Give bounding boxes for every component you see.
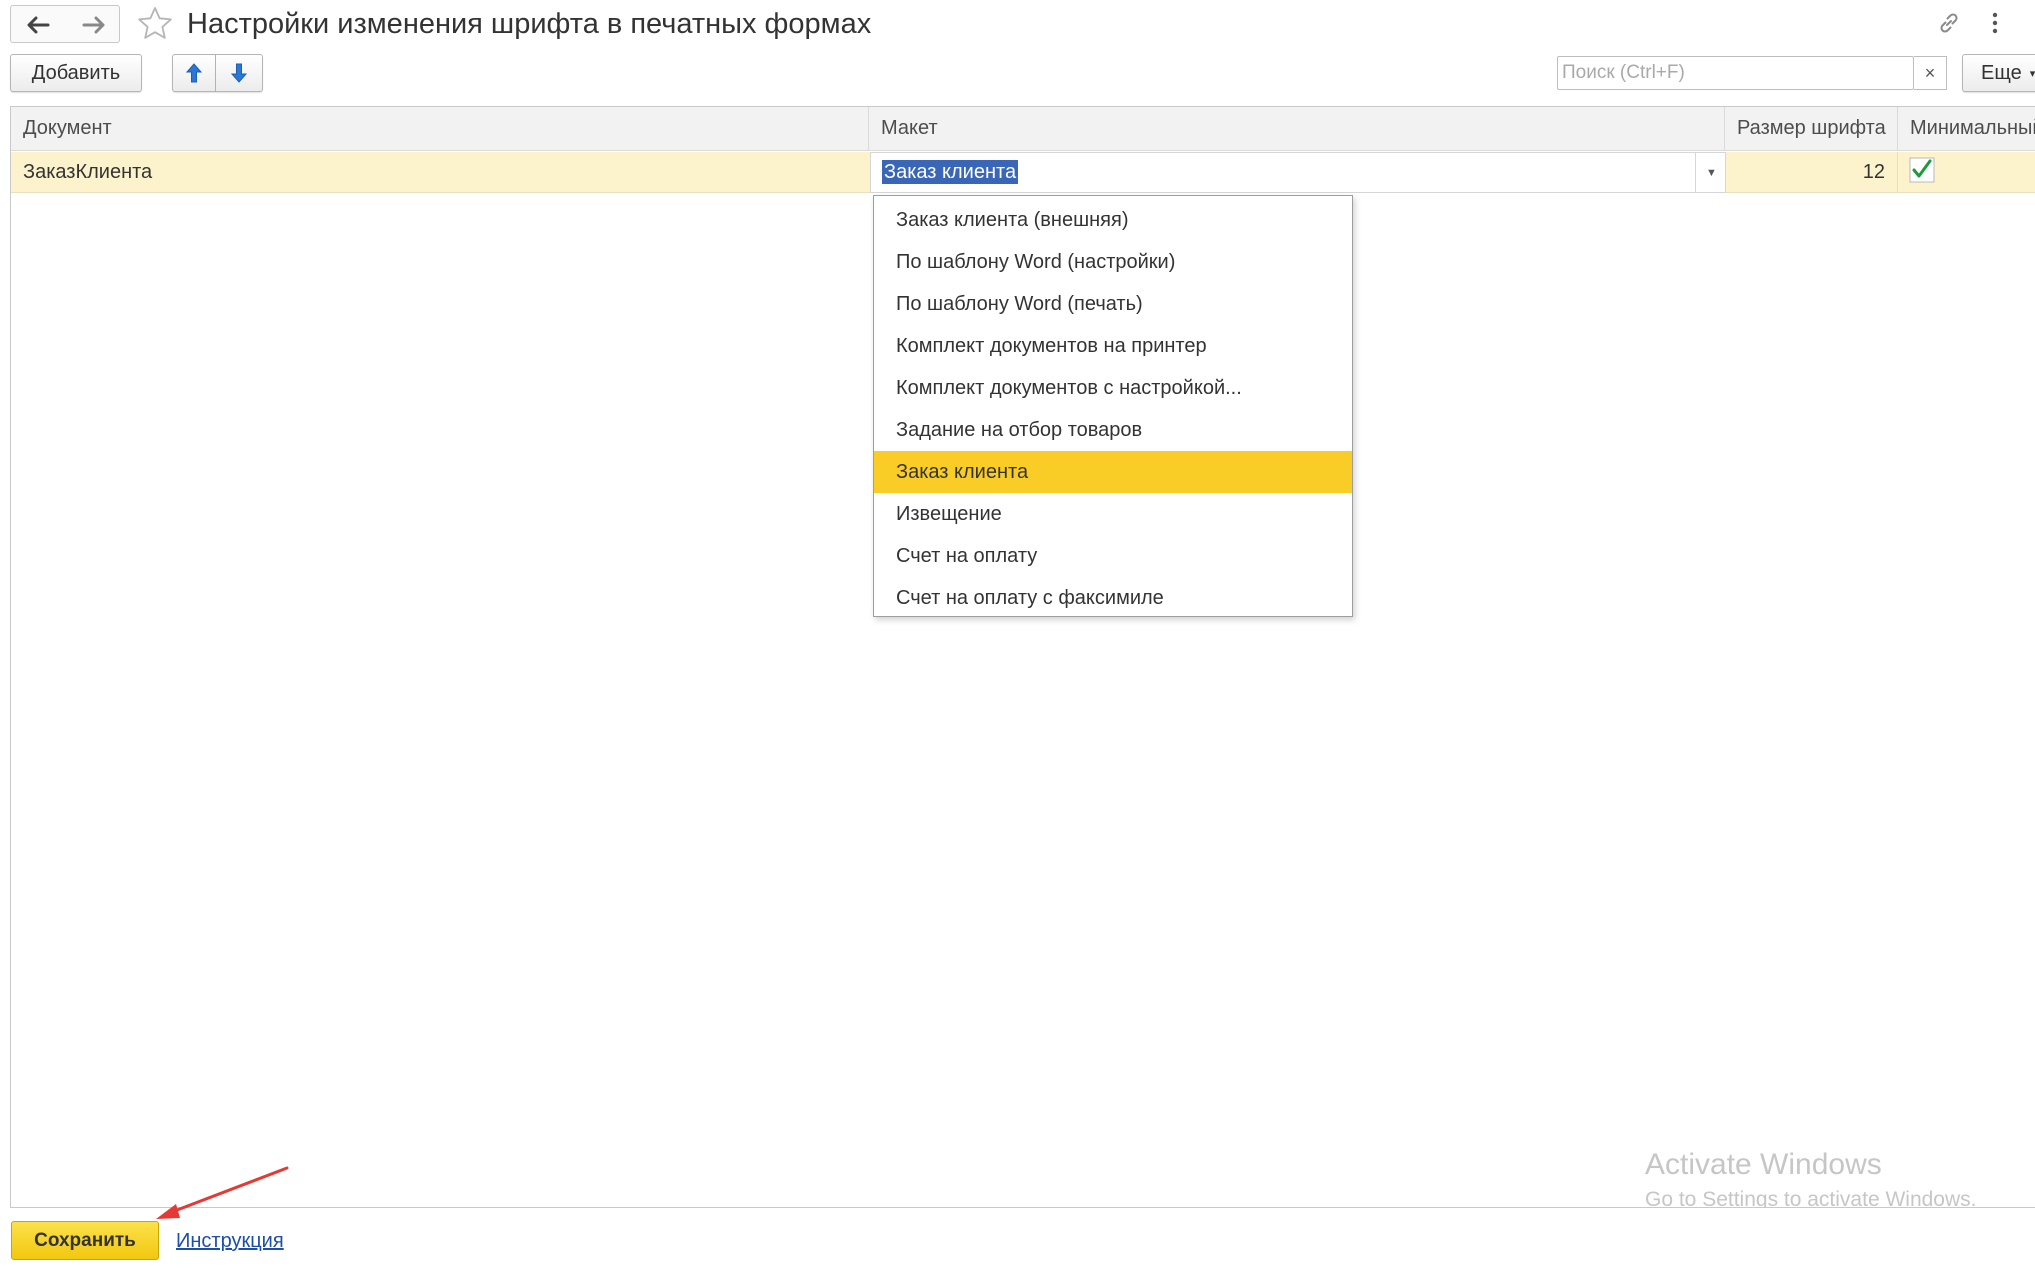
layout-dropdown-list: Заказ клиента (внешняя) По шаблону Word … <box>873 195 1353 617</box>
search-clear-button[interactable]: × <box>1914 56 1947 90</box>
layout-dropdown-button[interactable]: ▼ <box>1695 153 1727 192</box>
save-button[interactable]: Сохранить <box>11 1221 159 1260</box>
navigation-group <box>10 5 120 43</box>
column-header-minimal[interactable]: Минимальный <box>1898 107 2035 151</box>
more-button-label: Еще <box>1981 61 2022 84</box>
more-button[interactable]: Еще ▾ <box>1962 54 2035 92</box>
windows-activation-watermark-text: Go to Settings to activate Windows. <box>1645 1188 1977 1208</box>
layout-edit-value[interactable]: Заказ клиента <box>882 160 1019 184</box>
add-button[interactable]: Добавить <box>10 54 142 92</box>
dropdown-option[interactable]: По шаблону Word (печать) <box>874 283 1352 325</box>
arrow-down-icon <box>230 63 248 83</box>
dropdown-option[interactable]: По шаблону Word (настройки) <box>874 241 1352 283</box>
dropdown-option[interactable]: Извещение <box>874 493 1352 535</box>
caret-down-icon: ▼ <box>1706 166 1717 179</box>
annotation-arrow-icon <box>156 1166 289 1219</box>
favorite-button[interactable] <box>135 4 175 44</box>
page-title: Настройки изменения шрифта в печатных фо… <box>187 8 872 40</box>
move-down-button[interactable] <box>216 54 263 92</box>
star-icon <box>138 7 172 39</box>
forward-button[interactable] <box>69 10 119 40</box>
dropdown-option[interactable]: Счет на оплату <box>874 535 1352 577</box>
cell-divider <box>1897 152 1898 193</box>
dropdown-option-selected[interactable]: Заказ клиента <box>874 451 1352 493</box>
dropdown-option[interactable]: Комплект документов с настройкой... <box>874 367 1352 409</box>
more-vertical-icon <box>1992 12 1998 34</box>
link-button[interactable] <box>1934 8 1964 38</box>
search-input[interactable] <box>1557 56 1914 90</box>
cell-font-size[interactable]: 12 <box>1726 152 1885 193</box>
dropdown-option[interactable]: Счет на оплату с факсимиле <box>874 577 1352 619</box>
cell-minimal-checkbox[interactable] <box>1909 157 1935 183</box>
windows-activation-watermark-title: Activate Windows <box>1645 1148 1882 1181</box>
column-header-document[interactable]: Документ <box>11 107 869 151</box>
arrow-right-icon <box>82 16 105 34</box>
arrow-up-icon <box>185 63 203 83</box>
arrow-left-icon <box>27 16 50 34</box>
checkmark-icon <box>1909 157 1935 183</box>
chevron-down-icon: ▾ <box>2029 67 2035 80</box>
column-header-layout[interactable]: Макет <box>869 107 1725 151</box>
dropdown-option[interactable]: Комплект документов на принтер <box>874 325 1352 367</box>
move-up-button[interactable] <box>172 54 216 92</box>
link-icon <box>1940 13 1958 33</box>
column-header-font-size[interactable]: Размер шрифта <box>1725 107 1898 151</box>
dropdown-option[interactable]: Задание на отбор товаров <box>874 409 1352 451</box>
more-menu-button[interactable] <box>1980 8 2010 38</box>
dropdown-option[interactable]: Заказ клиента (внешняя) <box>874 199 1352 241</box>
back-button[interactable] <box>13 10 63 40</box>
cell-document[interactable]: ЗаказКлиента <box>23 152 152 193</box>
instruction-link[interactable]: Инструкция <box>176 1230 284 1253</box>
